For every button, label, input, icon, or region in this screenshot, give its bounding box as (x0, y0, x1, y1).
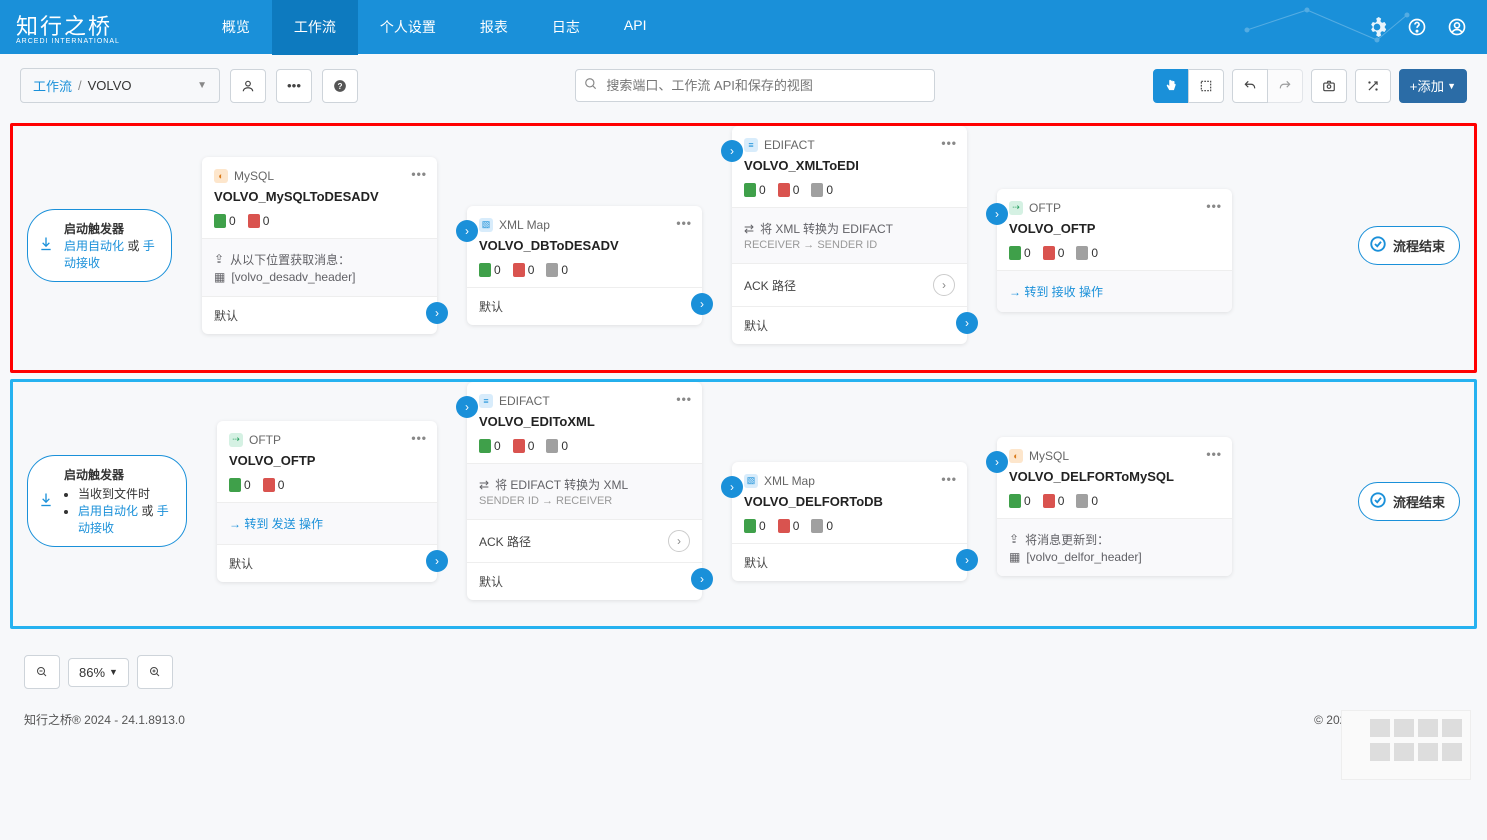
user-button[interactable] (230, 69, 266, 103)
more-button[interactable]: ••• (276, 69, 312, 103)
logo: 知行之桥 ARCEDI INTERNATIONAL (16, 9, 120, 45)
gear-icon[interactable] (1367, 17, 1387, 37)
footer-version: 知行之桥® 2024 - 24.1.8913.0 (24, 711, 185, 728)
bottom-bar: 86%▼ (0, 645, 1487, 699)
breadcrumb-root[interactable]: 工作流 (33, 76, 72, 95)
node-menu-icon[interactable]: ••• (676, 392, 692, 406)
node-mysql-delfor[interactable]: › ••• ◐MySQL VOLVO_DELFORToMySQL 0 0 0 ⇪… (997, 437, 1232, 576)
chevron-down-icon[interactable]: ▼ (197, 80, 207, 91)
toolbar-right: +添加▼ (1153, 69, 1467, 103)
zoom-select[interactable]: 86%▼ (68, 658, 129, 687)
breadcrumb[interactable]: 工作流 / VOLVO ▼ (20, 68, 220, 103)
xmlmap-icon: ▧ (744, 474, 758, 488)
input-port[interactable]: › (456, 396, 478, 418)
node-xmlmap-delfor[interactable]: › ••• ▧XML Map VOLVO_DELFORToDB 0 0 0 默认… (732, 462, 967, 581)
nav-api[interactable]: API (602, 0, 669, 55)
footer: 知行之桥® 2024 - 24.1.8913.0 © 2024 知行软件 - 版… (0, 699, 1487, 740)
output-port[interactable]: › (691, 293, 713, 315)
input-port[interactable]: › (721, 476, 743, 498)
mysql-icon: ◐ (214, 169, 228, 183)
source-icon: ⇪ (214, 252, 224, 266)
node-edifact-xmltoedi[interactable]: › ••• ≡EDIFACT VOLVO_XMLToEDI 0 0 0 ⇄将 X… (732, 126, 967, 344)
undo-button[interactable] (1232, 69, 1268, 103)
node-menu-icon[interactable]: ••• (1206, 199, 1222, 213)
nav-overview[interactable]: 概览 (200, 0, 272, 55)
zoom-in-button[interactable] (137, 655, 173, 689)
info-button[interactable]: ? (322, 69, 358, 103)
main-nav: 概览 工作流 个人设置 报表 日志 API (200, 0, 669, 55)
node-xmlmap-desadv[interactable]: › ••• ▧XML Map VOLVO_DBToDESADV 0 0 0 默认… (467, 206, 702, 325)
sink-icon: ⇪ (1009, 532, 1019, 546)
oftp-icon: ⇢ (229, 433, 243, 447)
trigger-2[interactable]: 启动触发器 当收到文件时 启用自动化 或 手动接收 (27, 455, 187, 547)
ack-port[interactable]: › (668, 530, 690, 552)
trigger-1[interactable]: 启动触发器 启用自动化 或 手动接收 (27, 209, 172, 282)
node-menu-icon[interactable]: ••• (1206, 447, 1222, 461)
minimap[interactable] (1341, 710, 1471, 780)
flow-end-1: 流程结束 (1358, 226, 1460, 265)
search-icon (584, 77, 598, 94)
flow-box-1: 启动触发器 启用自动化 或 手动接收 ••• ◐MySQL VOLVO_MySQ… (10, 123, 1477, 373)
transform-icon: ⇄ (744, 222, 754, 236)
error-icon (248, 214, 260, 228)
node-menu-icon[interactable]: ••• (941, 136, 957, 150)
add-button[interactable]: +添加▼ (1399, 69, 1467, 103)
output-port[interactable]: › (426, 302, 448, 324)
output-port[interactable]: › (956, 312, 978, 334)
help-icon[interactable] (1407, 17, 1427, 37)
flow-box-2: 启动触发器 当收到文件时 启用自动化 或 手动接收 ••• ⇢OFTP VOLV… (10, 379, 1477, 629)
breadcrumb-current: VOLVO (88, 78, 132, 93)
output-port[interactable]: › (956, 549, 978, 571)
table-icon: ▦ (214, 270, 225, 284)
input-port[interactable]: › (456, 220, 478, 242)
zoom-out-button[interactable] (24, 655, 60, 689)
check-icon (1369, 491, 1387, 512)
node-menu-icon[interactable]: ••• (411, 167, 427, 181)
search-input[interactable] (575, 69, 935, 102)
nav-reports[interactable]: 报表 (458, 0, 530, 55)
select-tool-button[interactable] (1188, 69, 1224, 103)
edifact-icon: ≡ (744, 138, 758, 152)
magic-button[interactable] (1355, 69, 1391, 103)
nav-workflow[interactable]: 工作流 (272, 0, 358, 55)
ack-port[interactable]: › (933, 274, 955, 296)
user-icon[interactable] (1447, 17, 1467, 37)
redo-button[interactable] (1267, 69, 1303, 103)
top-header: 知行之桥 ARCEDI INTERNATIONAL 概览 工作流 个人设置 报表… (0, 0, 1487, 54)
hand-tool-button[interactable] (1153, 69, 1189, 103)
input-port[interactable]: › (986, 203, 1008, 225)
oftp-icon: ⇢ (1009, 201, 1023, 215)
search-box (575, 69, 935, 102)
node-edifact-editoxml[interactable]: › ••• ≡EDIFACT VOLVO_EDIToXML 0 0 0 ⇄将 E… (467, 382, 702, 600)
table-icon: ▦ (1009, 550, 1020, 564)
node-menu-icon[interactable]: ••• (941, 472, 957, 486)
mysql-icon: ◐ (1009, 449, 1023, 463)
nav-logs[interactable]: 日志 (530, 0, 602, 55)
output-port[interactable]: › (426, 550, 448, 572)
download-icon (38, 236, 54, 255)
success-icon (214, 214, 226, 228)
transform-icon: ⇄ (479, 478, 489, 492)
download-icon (38, 492, 54, 511)
svg-text:?: ? (338, 81, 343, 90)
nav-personal[interactable]: 个人设置 (358, 0, 458, 55)
output-port[interactable]: › (691, 568, 713, 590)
node-mysql-desadv[interactable]: ••• ◐MySQL VOLVO_MySQLToDESADV 0 0 ⇪从以下位… (202, 157, 437, 334)
xmlmap-icon: ▧ (479, 218, 493, 232)
edifact-icon: ≡ (479, 394, 493, 408)
node-oftp-recv[interactable]: ••• ⇢OFTP VOLVO_OFTP 0 0 → 转到 发送 操作 默认 › (217, 421, 437, 582)
node-menu-icon[interactable]: ••• (676, 216, 692, 230)
flow-end-2: 流程结束 (1358, 482, 1460, 521)
node-menu-icon[interactable]: ••• (411, 431, 427, 445)
canvas: 启动触发器 启用自动化 或 手动接收 ••• ◐MySQL VOLVO_MySQ… (0, 123, 1487, 645)
node-oftp-send[interactable]: › ••• ⇢OFTP VOLVO_OFTP 0 0 0 → 转到 接收 操作 (997, 189, 1232, 312)
input-port[interactable]: › (721, 140, 743, 162)
toolbar: 工作流 / VOLVO ▼ ••• ? +添加▼ (0, 54, 1487, 117)
input-port[interactable]: › (986, 451, 1008, 473)
snapshot-button[interactable] (1311, 69, 1347, 103)
header-actions (1367, 17, 1467, 37)
check-icon (1369, 235, 1387, 256)
